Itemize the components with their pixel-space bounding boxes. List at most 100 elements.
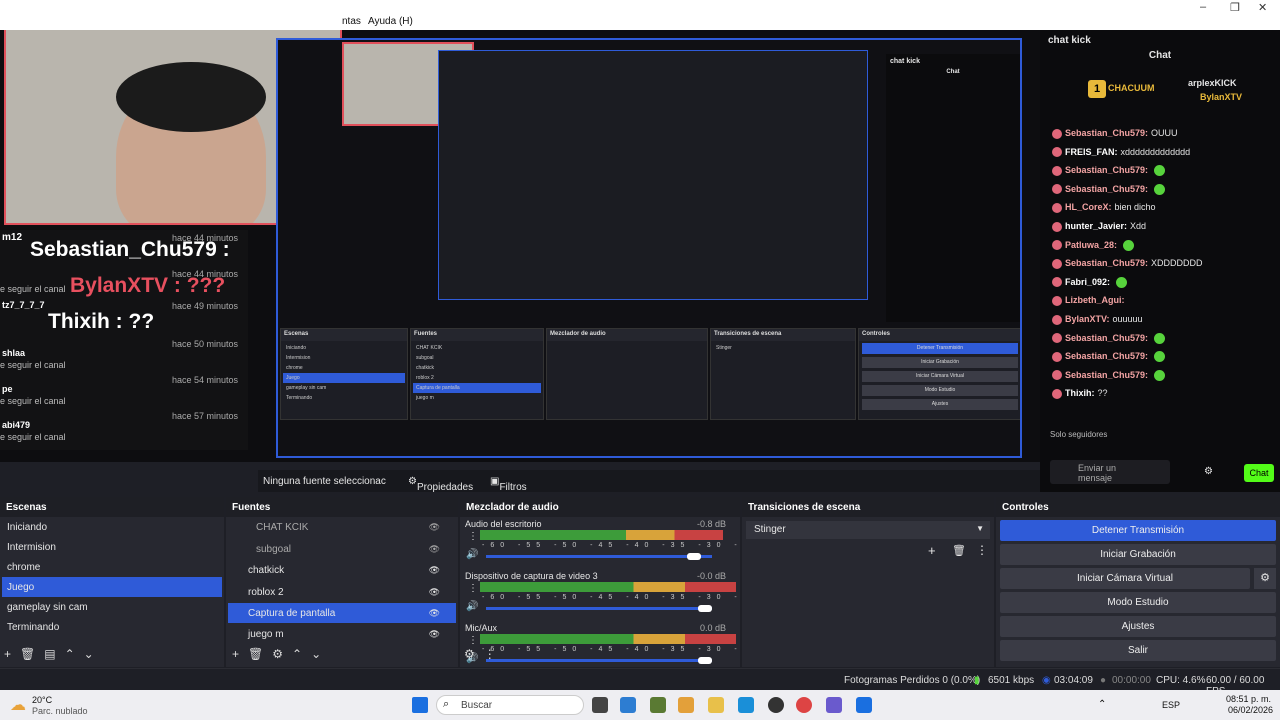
scene-item-selected[interactable]: Juego [2,577,222,597]
menu-help[interactable]: Ayuda (H) [368,16,413,27]
chat-username[interactable]: Sebastian_Chu579: [1065,128,1148,138]
add-icon[interactable]: + [232,647,239,661]
chat-tab[interactable]: Chat [1040,50,1280,61]
trash-icon[interactable]: 🗑 [248,647,263,661]
chevron-down-icon[interactable]: ⌄ [311,647,321,661]
maximize-button[interactable]: ❐ [1230,1,1240,14]
more-icon[interactable]: ⋮ [468,531,478,542]
chat-username[interactable]: HL_CoreX: [1065,202,1112,212]
copilot-icon[interactable] [678,697,694,713]
visibility-icon[interactable]: 👁 [429,565,440,576]
chat-username[interactable]: Thixih: [1065,388,1095,398]
source-item[interactable]: CHAT KCIK 👁 [228,517,456,537]
clock-date[interactable]: 06/02/2026 [1228,705,1273,715]
visibility-icon[interactable]: 👁 [429,608,440,619]
chat-username[interactable]: BylanXTV: [1065,314,1110,324]
chat-message: Sebastian_Chu579: [1052,165,1166,177]
scene-item[interactable]: Iniciando [2,517,222,537]
visibility-icon[interactable]: 👁 [429,629,440,640]
more-icon[interactable]: ⋮ [468,583,478,594]
volume-slider[interactable] [486,555,712,558]
visibility-icon[interactable]: 👁 [429,587,440,598]
source-item[interactable]: chatkick 👁 [228,560,456,580]
filter-icon[interactable]: ▤ [44,647,55,661]
chat-input[interactable]: Enviar un mensaje [1050,460,1170,484]
add-icon[interactable]: + [928,543,936,558]
exit-button[interactable]: Salir [1000,640,1276,661]
store-icon[interactable] [620,697,636,713]
search-placeholder: Buscar [461,700,493,711]
more-icon[interactable]: ⋮ [468,635,478,646]
app-icon[interactable] [856,697,872,713]
start-virtual-camera-button[interactable]: Iniciar Cámara Virtual [1000,568,1250,589]
emote-icon [1154,165,1166,177]
properties-button[interactable]: ⚙ Propiedades [408,476,473,493]
volume-knob[interactable] [686,553,701,560]
scene-item[interactable]: chrome [2,557,222,577]
chevron-up-icon[interactable]: ⌃ [292,647,302,661]
visibility-icon[interactable]: 👁 [429,522,440,533]
start-icon[interactable] [412,697,428,713]
chat-username[interactable]: Sebastian_Chu579: [1065,165,1148,175]
speaker-icon[interactable]: 🔊 [466,549,478,560]
chat-username[interactable]: Sebastian_Chu579: [1065,333,1148,343]
chat-username[interactable]: Sebastian_Chu579: [1065,258,1148,268]
close-button[interactable]: ✕ [1258,1,1267,14]
scene-item[interactable]: Intermision [2,537,222,557]
language-indicator[interactable]: ESP [1162,700,1180,710]
chat-username[interactable]: hunter_Javier: [1065,221,1127,231]
gear-icon[interactable]: ⚙ [1254,568,1276,589]
chat-username[interactable]: Sebastian_Chu579: [1065,351,1148,361]
gear-icon[interactable]: ⚙ [272,647,283,661]
add-icon[interactable]: + [4,647,11,661]
filters-button[interactable]: ▣ Filtros [490,476,527,493]
volume-knob[interactable] [698,657,712,664]
source-item-selected[interactable]: Captura de pantalla 👁 [228,603,456,623]
scene-item[interactable]: gameplay sin cam [2,597,222,617]
more-icon[interactable]: ⋮ [976,543,988,557]
muted-speaker-icon[interactable]: 🔊 [466,601,478,612]
studio-mode-button[interactable]: Modo Estudio [1000,592,1276,613]
source-item[interactable]: roblox 2 👁 [228,582,456,602]
preview-canvas[interactable]: m12 hace 44 minutos hace 44 minutos e se… [0,30,1040,462]
discord-icon[interactable] [826,697,842,713]
minecraft-icon[interactable] [650,697,666,713]
volume-slider[interactable] [486,607,712,610]
transition-select[interactable]: Stinger ▼ [746,521,990,539]
volume-knob[interactable] [698,605,712,612]
chat-username[interactable]: FREIS_FAN: [1065,147,1118,157]
chat-username[interactable]: Fabri_092: [1065,277,1110,287]
source-item[interactable]: subgoal 👁 [228,539,456,559]
gear-icon[interactable]: ⚙ [1204,466,1213,477]
stop-streaming-button[interactable]: Detener Transmisión [1000,520,1276,541]
volume-slider[interactable] [486,659,712,662]
chat-username[interactable]: Lizbeth_Agui: [1065,295,1125,305]
obs-icon[interactable] [768,697,784,713]
edge-icon[interactable] [738,697,754,713]
source-item[interactable]: juego m 👁 [228,624,456,644]
trash-icon[interactable]: 🗑 [20,647,35,661]
gear-icon[interactable]: ⚙ [464,647,475,661]
chat-username[interactable]: Sebastian_Chu579: [1065,184,1148,194]
weather-icon[interactable]: ☁ [10,695,26,715]
chrome-icon[interactable] [796,697,812,713]
channel-db: -0.8 dB [696,519,726,529]
task-view-icon[interactable] [592,697,608,713]
chevron-up-icon[interactable]: ⌃ [65,647,75,661]
minimize-button[interactable]: – [1200,1,1206,13]
settings-button[interactable]: Ajustes [1000,616,1276,637]
send-chat-button[interactable]: Chat [1244,464,1274,482]
chat-username[interactable]: Patluwa_28: [1065,240,1117,250]
chat-username[interactable]: Sebastian_Chu579: [1065,370,1148,380]
chevron-down-icon[interactable]: ⌄ [84,647,94,661]
start-recording-button[interactable]: Iniciar Grabación [1000,544,1276,565]
more-icon[interactable]: ⋮ [484,647,496,661]
trash-icon[interactable]: 🗑 [952,544,966,557]
visibility-icon[interactable]: 👁 [429,544,440,555]
tray-chevron-icon[interactable]: ⌃ [1098,699,1106,710]
scene-item[interactable]: Terminando [2,617,222,637]
search-box[interactable]: ⌕ Buscar [436,695,584,715]
menu-tools[interactable]: ntas [342,16,361,27]
folder-icon[interactable] [708,697,724,713]
clock-time[interactable]: 08:51 p. m. [1226,694,1271,704]
